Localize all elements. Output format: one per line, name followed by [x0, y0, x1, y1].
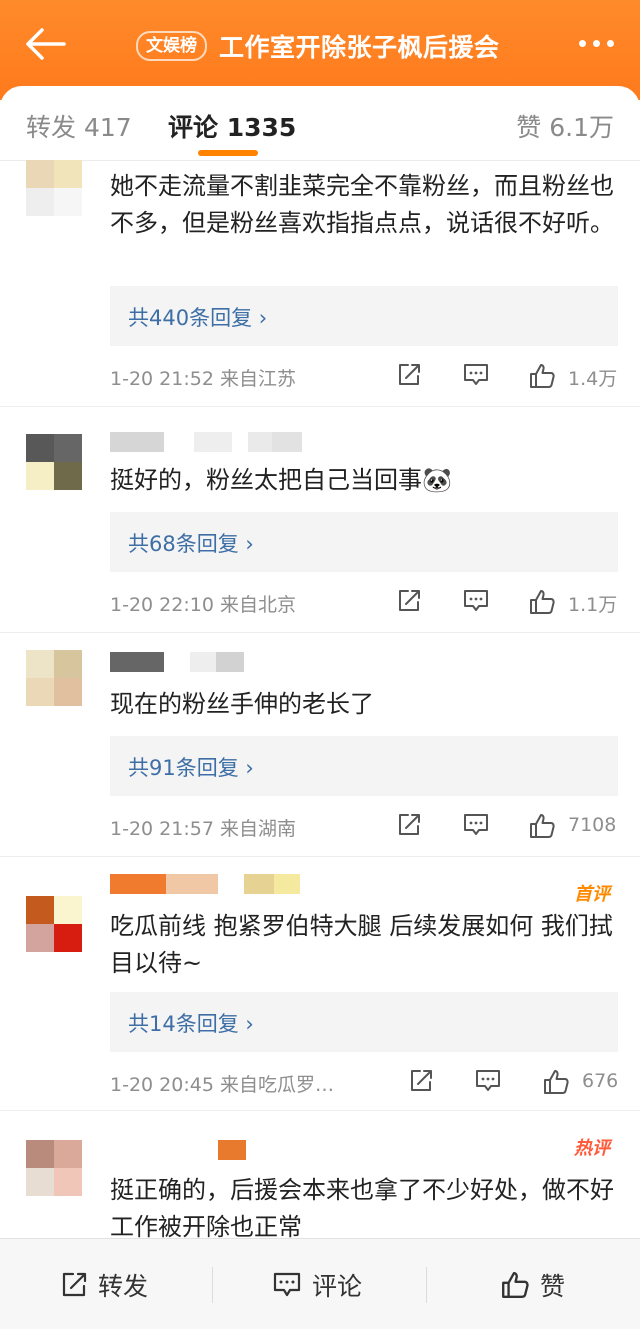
comment-icon[interactable] — [462, 362, 490, 388]
like-icon[interactable] — [528, 588, 556, 616]
bottom-action-bar: 转发 评论 赞 — [0, 1238, 640, 1329]
reply-count-button[interactable]: 共14条回复 › — [110, 992, 618, 1052]
username[interactable] — [110, 652, 244, 672]
comment-text: 现在的粉丝手伸的老长了 — [110, 690, 374, 718]
reply-count-button[interactable]: 共68条回复 › — [110, 512, 618, 572]
share-icon[interactable] — [408, 1068, 434, 1094]
tab-like[interactable]: 赞 6.1万 — [516, 108, 614, 144]
share-icon[interactable] — [396, 362, 422, 388]
timestamp: 1-20 22:10 来自北京 — [110, 594, 296, 616]
divider — [0, 406, 640, 407]
header-title-group: 文娱榜 工作室开除张子枫后援会 — [136, 26, 500, 66]
comment-meta: 1-20 22:10 来自北京 1.1万 — [110, 588, 620, 618]
repost-label: 转发 — [98, 1272, 149, 1301]
timestamp: 1-20 20:45 来自吃瓜罗… — [110, 1074, 334, 1096]
more-dots-icon[interactable] — [579, 40, 614, 47]
comment-text: 吃瓜前线 抱紧罗伯特大腿 后续发展如何 我们拭目以待~ — [110, 912, 613, 977]
divider — [0, 1110, 640, 1111]
comment-text: 挺好的，粉丝太把自己当回事🐼 — [110, 466, 452, 494]
divider — [212, 1267, 213, 1303]
divider — [0, 160, 640, 161]
reply-count-button[interactable]: 共440条回复 › — [110, 286, 618, 346]
comment-text: 她不走流量不割韭菜完全不靠粉丝，而且粉丝也不多，但是粉丝喜欢指指点点，说话很不好… — [110, 172, 614, 237]
comment-icon — [273, 1272, 301, 1297]
first-comment-badge: 首评 — [574, 884, 610, 905]
reply-count-label: 共91条回复 › — [128, 756, 254, 780]
like-count: 7108 — [568, 814, 617, 836]
back-arrow-icon[interactable] — [22, 24, 68, 64]
comment-label: 评论 — [312, 1272, 363, 1301]
hot-comment-badge: 热评 — [574, 1138, 610, 1159]
comment-icon[interactable] — [462, 588, 490, 614]
page-title: 工作室开除张子枫后援会 — [219, 33, 500, 62]
avatar[interactable] — [26, 896, 82, 952]
avatar[interactable] — [26, 1140, 82, 1196]
comment-icon[interactable] — [462, 812, 490, 838]
comment-button[interactable]: 评论 — [272, 1267, 362, 1303]
reply-count-button[interactable]: 共91条回复 › — [110, 736, 618, 796]
active-tab-indicator — [198, 150, 258, 156]
like-count: 1.1万 — [568, 594, 618, 616]
divider — [0, 632, 640, 633]
tab-repost[interactable]: 转发 417 — [26, 108, 132, 144]
like-icon[interactable] — [528, 362, 556, 390]
username[interactable] — [110, 874, 300, 894]
repost-icon — [62, 1272, 87, 1297]
top-header: 文娱榜 工作室开除张子枫后援会 — [0, 0, 640, 100]
like-icon — [502, 1272, 529, 1298]
reply-count-label: 共440条回复 › — [128, 306, 268, 330]
like-icon[interactable] — [542, 1068, 570, 1096]
comment-meta: 1-20 21:52 来自江苏 1.4万 — [110, 362, 620, 392]
username[interactable] — [110, 432, 302, 452]
timestamp: 1-20 21:57 来自湖南 — [110, 818, 296, 840]
comment-text: 挺正确的，后援会本来也拿了不少好处，做不好工作被开除也正常 — [110, 1176, 614, 1241]
like-button[interactable]: 赞 — [500, 1267, 565, 1303]
avatar[interactable] — [26, 434, 82, 490]
repost-button[interactable]: 转发 — [60, 1267, 148, 1303]
comment-icon[interactable] — [474, 1068, 502, 1094]
share-icon[interactable] — [396, 812, 422, 838]
tab-bar: 转发 417 评论 1335 赞 6.1万 — [0, 86, 640, 160]
comment-meta: 1-20 20:45 来自吃瓜罗… 676 — [110, 1068, 620, 1098]
avatar[interactable] — [26, 650, 82, 706]
avatar[interactable] — [26, 160, 82, 216]
reply-count-label: 共68条回复 › — [128, 532, 254, 556]
topic-badge[interactable]: 文娱榜 — [136, 31, 207, 61]
comment-meta: 1-20 21:57 来自湖南 7108 — [110, 812, 620, 842]
share-icon[interactable] — [396, 588, 422, 614]
username[interactable] — [110, 1140, 246, 1160]
timestamp: 1-20 21:52 来自江苏 — [110, 368, 296, 390]
like-icon[interactable] — [528, 812, 556, 840]
like-count: 1.4万 — [568, 368, 618, 390]
reply-count-label: 共14条回复 › — [128, 1012, 254, 1036]
divider — [426, 1267, 427, 1303]
like-count: 676 — [582, 1070, 619, 1092]
like-label: 赞 — [540, 1272, 566, 1301]
divider — [0, 856, 640, 857]
